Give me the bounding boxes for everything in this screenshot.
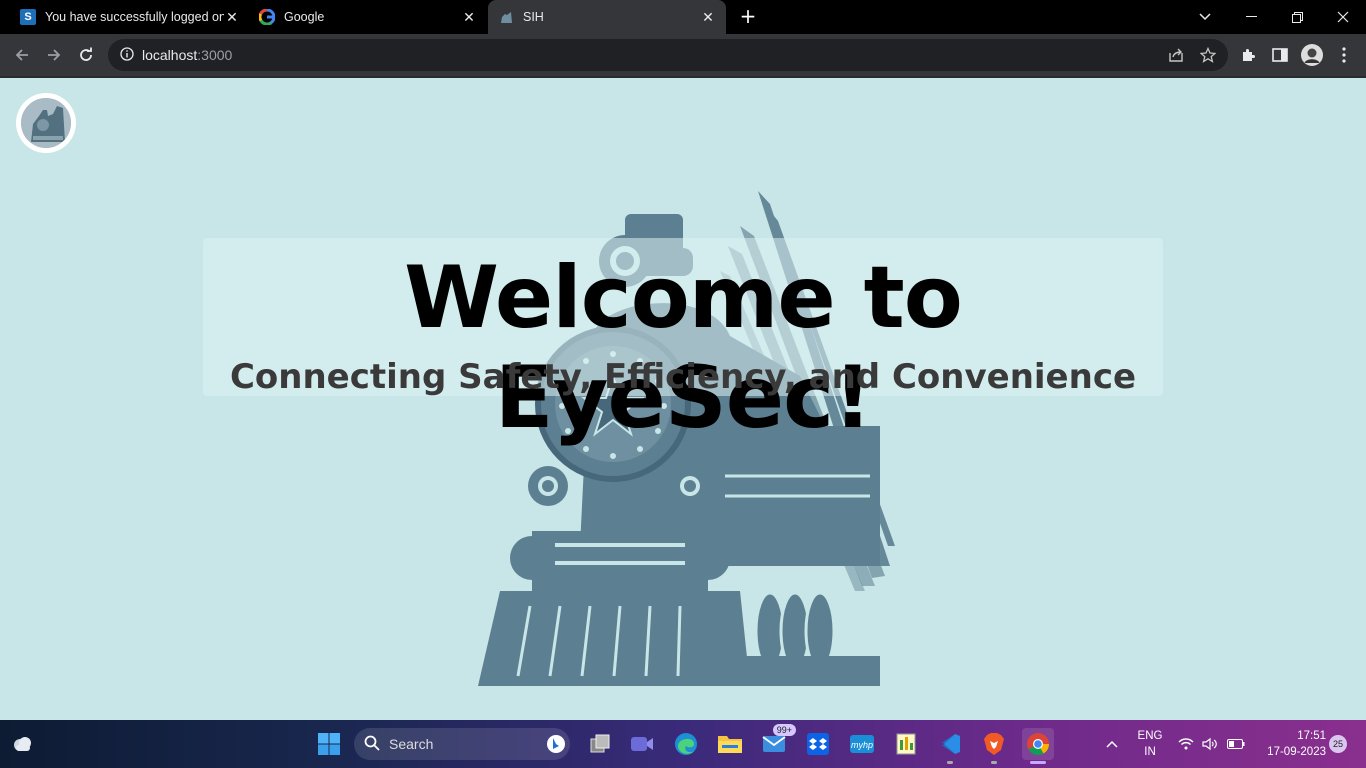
mail-badge: 99+ [772, 724, 796, 736]
page-title: Welcome to EyeSec! [404, 248, 963, 448]
url-text[interactable]: localhost:3000 [142, 47, 232, 63]
clock[interactable]: 17:51 17-09-2023 [1258, 728, 1326, 760]
browser-toolbar: localhost:3000 [0, 34, 1366, 76]
close-icon[interactable]: ✕ [224, 9, 240, 25]
battery-icon[interactable] [1224, 728, 1248, 760]
profile-avatar[interactable] [1300, 43, 1324, 67]
page-content: Welcome to EyeSec! Connecting Safety, Ef… [0, 76, 1366, 720]
close-window-button[interactable] [1320, 0, 1366, 34]
forward-button[interactable] [40, 41, 68, 69]
share-icon[interactable] [1166, 45, 1186, 65]
chrome-icon[interactable] [1022, 728, 1054, 764]
new-tab-button[interactable]: + [737, 6, 759, 28]
dropbox-icon[interactable] [802, 728, 834, 760]
reload-button[interactable] [72, 41, 100, 69]
notification-badge[interactable]: 25 [1329, 735, 1347, 753]
bookmark-star-icon[interactable] [1198, 45, 1218, 65]
clock-date: 17-09-2023 [1267, 746, 1326, 758]
tab-google[interactable]: Google ✕ [249, 0, 487, 34]
site-logo[interactable] [16, 93, 76, 153]
url-host: localhost [142, 47, 198, 63]
restore-button[interactable] [1274, 0, 1320, 34]
side-panel-icon[interactable] [1268, 43, 1292, 67]
tab-title: You have successfully logged on. [45, 10, 224, 24]
language-indicator[interactable]: ENG IN [1132, 728, 1168, 760]
task-view-icon[interactable] [584, 728, 616, 760]
menu-kebab-icon[interactable] [1332, 43, 1356, 67]
brave-icon[interactable] [978, 728, 1010, 764]
clock-time: 17:51 [1297, 730, 1326, 742]
tab-title: SIH [523, 10, 544, 24]
divider [0, 76, 1366, 78]
tab-logged-on[interactable]: S You have successfully logged on. ✕ [10, 0, 250, 34]
address-bar[interactable]: localhost:3000 [108, 39, 1228, 71]
language-line2: IN [1144, 746, 1156, 758]
close-icon[interactable]: ✕ [700, 9, 716, 25]
windows-taskbar: Search 99+ myhp ENG IN 17:51 17-09-2023 … [0, 720, 1366, 768]
vscode-icon[interactable] [934, 728, 966, 764]
windows-start-icon[interactable] [313, 728, 345, 760]
extensions-puzzle-icon[interactable] [1236, 43, 1260, 67]
browser-tab-strip: S You have successfully logged on. ✕ Goo… [0, 0, 1366, 34]
teams-meet-icon[interactable] [626, 728, 658, 760]
running-indicator [991, 761, 997, 764]
volume-icon[interactable] [1198, 728, 1222, 760]
back-button[interactable] [8, 41, 36, 69]
tab-sih[interactable]: SIH ✕ [488, 0, 726, 34]
active-indicator [1030, 761, 1046, 764]
page-subtitle: Connecting Safety, Efficiency, and Conve… [229, 357, 1137, 397]
tab-search-chevron-icon[interactable] [1182, 0, 1228, 34]
s-logo-icon: S [20, 9, 36, 25]
info-icon[interactable] [120, 46, 134, 65]
search-label: Search [389, 736, 434, 752]
bing-icon[interactable] [546, 734, 566, 757]
url-port: :3000 [197, 47, 233, 63]
language-line1: ENG [1137, 730, 1163, 742]
myhp-icon[interactable]: myhp [846, 728, 878, 760]
svg-text:myhp: myhp [851, 740, 873, 750]
google-icon [259, 9, 275, 25]
close-icon[interactable]: ✕ [461, 9, 477, 25]
minimize-button[interactable] [1228, 0, 1274, 34]
tray-chevron-up-icon[interactable] [1096, 728, 1128, 760]
train-icon [498, 9, 514, 25]
search-icon [364, 735, 380, 754]
notes-app-icon[interactable] [890, 728, 922, 760]
wifi-icon[interactable] [1174, 728, 1198, 760]
weather-icon[interactable] [6, 728, 38, 760]
mail-icon[interactable]: 99+ [758, 724, 796, 760]
running-indicator [947, 761, 953, 764]
tab-title: Google [284, 10, 325, 24]
edge-icon[interactable] [670, 728, 702, 760]
train-logo-icon [21, 98, 71, 148]
file-explorer-icon[interactable] [714, 728, 746, 760]
taskbar-search[interactable]: Search [354, 728, 570, 760]
